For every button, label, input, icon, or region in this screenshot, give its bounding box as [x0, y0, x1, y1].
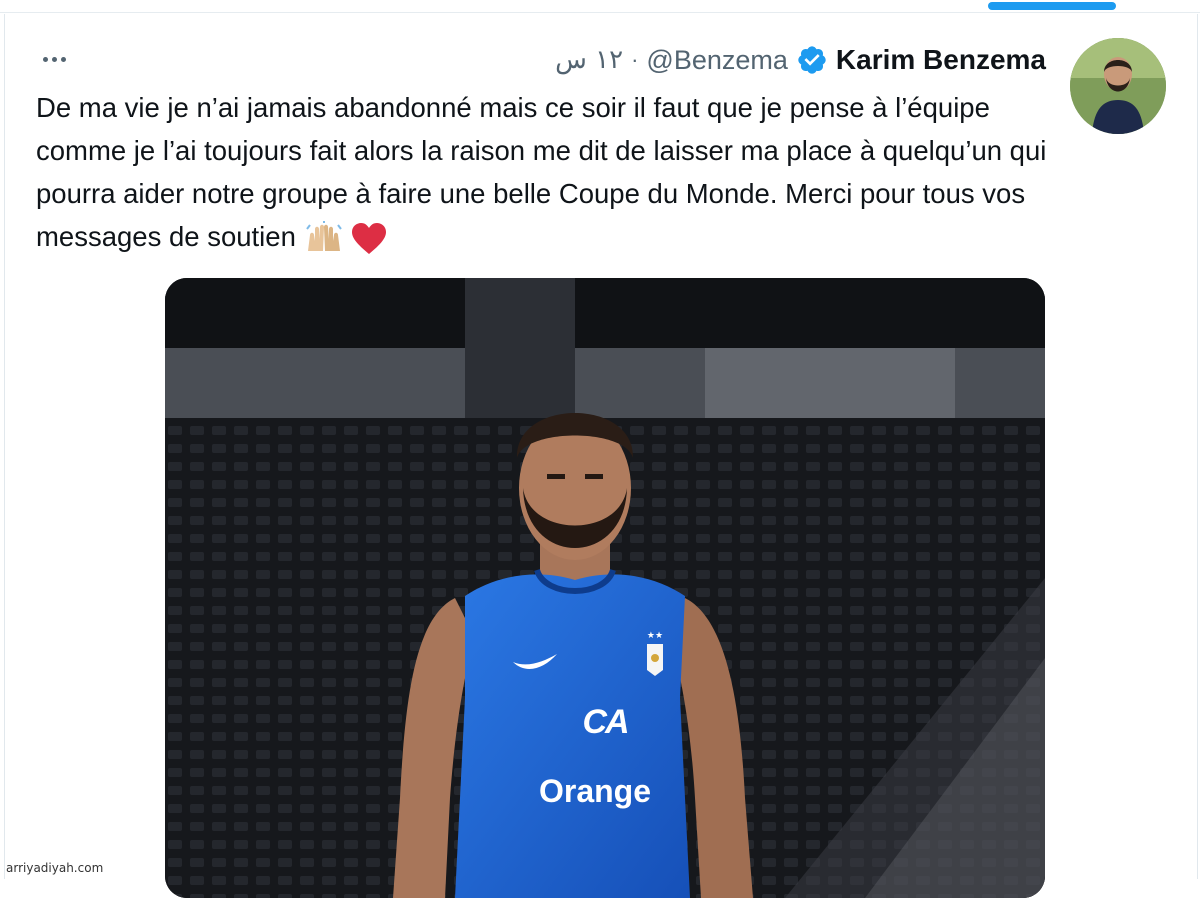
raising-hands-emoji-icon: [305, 220, 342, 251]
tweet-media-photo[interactable]: ★★ CA Orange: [165, 278, 1045, 898]
tweet-text: De ma vie je n’ai jamais abandonné mais …: [36, 92, 1047, 252]
tweet-header: ١٢ س · @Benzema Karim Benzema: [555, 40, 1046, 80]
svg-text:★★: ★★: [647, 631, 663, 641]
more-dot-icon: [60, 56, 66, 62]
verified-badge-icon: [798, 46, 826, 74]
author-name[interactable]: Karim Benzema: [836, 44, 1046, 76]
watermark: arriyadiyah.com: [6, 861, 104, 875]
active-tab-indicator: [988, 2, 1116, 10]
author-handle[interactable]: @Benzema: [646, 45, 787, 76]
jersey-brand-logo: CA: [582, 703, 629, 741]
more-dot-icon: [51, 56, 57, 62]
more-options-button[interactable]: [36, 48, 72, 70]
tweet-body: De ma vie je n’ai jamais abandonné mais …: [36, 86, 1056, 258]
tweet-timestamp[interactable]: ١٢ س: [555, 45, 623, 75]
more-dot-icon: [42, 56, 48, 62]
red-heart-emoji-icon: [352, 222, 387, 254]
separator-dot: ·: [631, 47, 639, 72]
jersey-sponsor-label: Orange: [538, 773, 652, 809]
avatar-image: [1070, 38, 1166, 134]
author-avatar[interactable]: [1070, 38, 1166, 134]
